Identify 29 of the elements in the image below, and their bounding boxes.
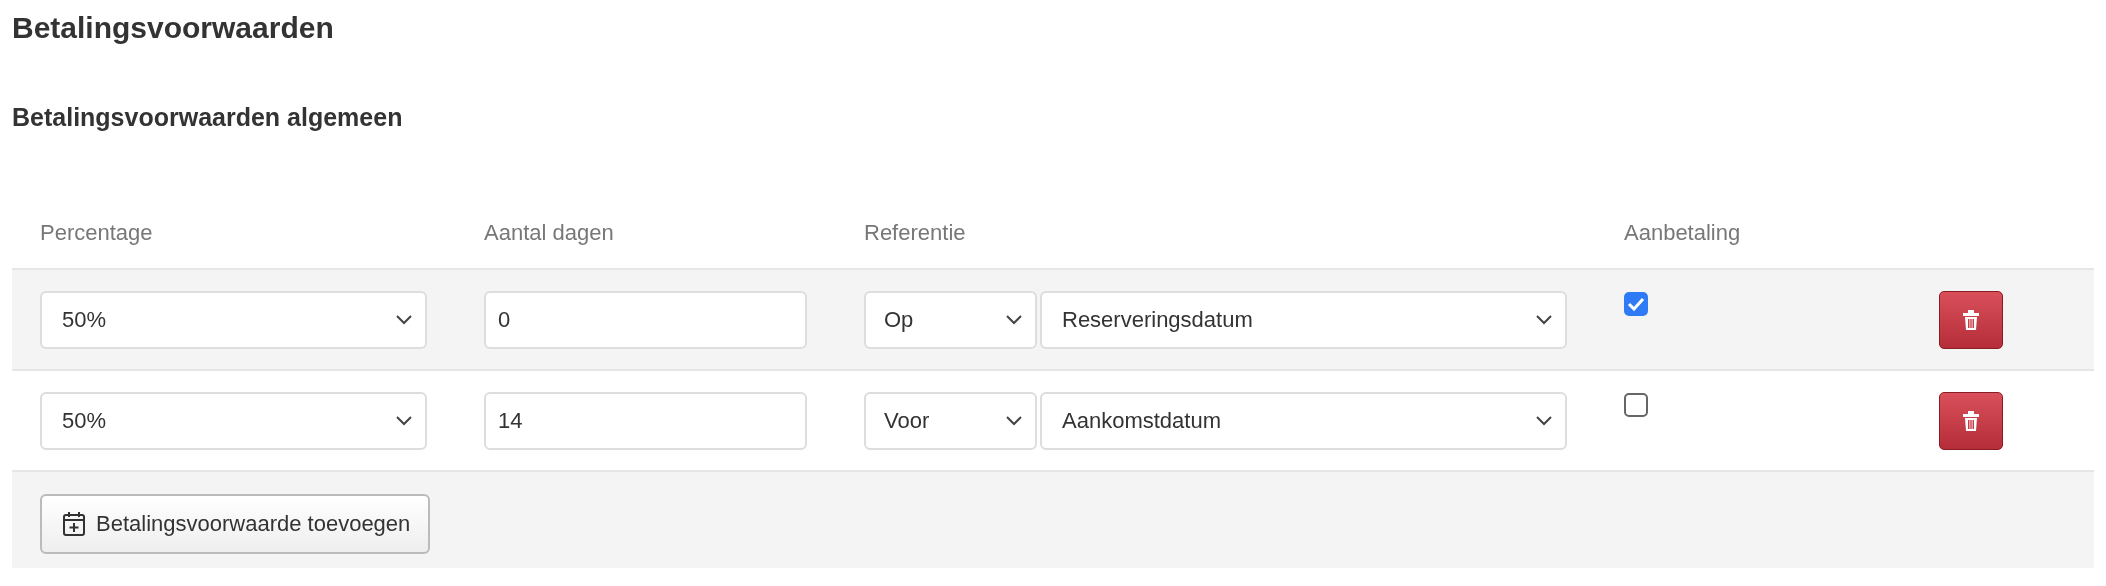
column-header: Percentage <box>40 220 154 246</box>
trash-icon <box>1962 309 1980 330</box>
number-field[interactable]: 0 <box>484 290 807 349</box>
chevron-icon <box>395 414 413 427</box>
column-header: Aanbetaling <box>1624 220 1742 246</box>
dropdown[interactable]: 50% <box>40 391 427 450</box>
delete-button[interactable] <box>1939 391 2003 450</box>
page-title: Betalingsvoorwaarden <box>12 10 335 46</box>
chevron-icon <box>1535 414 1553 427</box>
add-button[interactable]: Betalingsvoorwaarde toevoegen <box>40 494 431 554</box>
column-header: Referentie <box>864 220 967 246</box>
chevron-icon <box>1005 313 1023 326</box>
number-field[interactable]: 14 <box>484 391 807 450</box>
trash-icon <box>1962 410 1980 431</box>
dropdown[interactable]: Reserveringsdatum <box>1040 290 1567 349</box>
dropdown[interactable]: Voor <box>864 391 1037 450</box>
chevron-icon <box>1005 414 1023 427</box>
column-header: Aantal dagen <box>484 220 615 246</box>
calendar-plus-icon <box>62 511 86 537</box>
chevron-icon <box>1535 313 1553 326</box>
checkmark-icon <box>1627 297 1645 311</box>
delete-button[interactable] <box>1939 290 2003 349</box>
dropdown[interactable]: 50% <box>40 290 427 349</box>
dropdown[interactable]: Op <box>864 290 1037 349</box>
section-title: Betalingsvoorwaarden algemeen <box>12 102 404 132</box>
dropdown[interactable]: Aankomstdatum <box>1040 391 1567 450</box>
checkbox[interactable] <box>1624 393 1648 417</box>
checkbox[interactable] <box>1624 292 1648 316</box>
chevron-icon <box>395 313 413 326</box>
